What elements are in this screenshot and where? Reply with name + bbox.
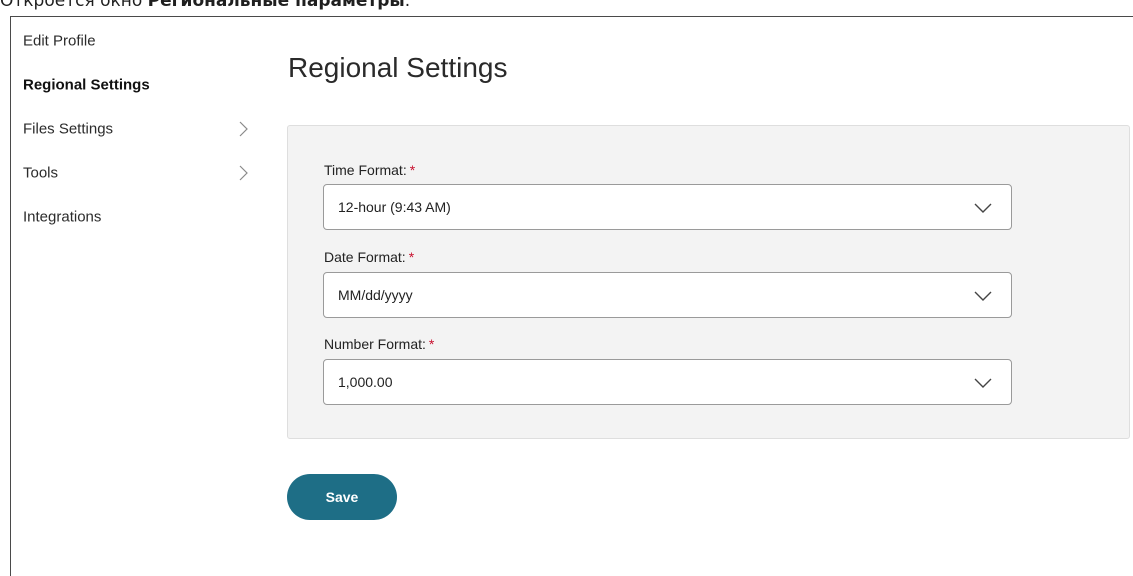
sidebar-item-integrations[interactable]: Integrations	[23, 200, 253, 244]
sidebar-item-label: Integrations	[23, 208, 102, 226]
sidebar-item-files-settings[interactable]: Files Settings	[23, 112, 253, 156]
number-format-value: 1,000.00	[338, 374, 393, 390]
regional-settings-panel: Time Format: * 12-hour (9:43 AM) Date For…	[287, 125, 1130, 439]
caption-suffix: .	[404, 0, 411, 11]
chevron-right-icon	[239, 165, 248, 181]
save-button[interactable]: Save	[287, 474, 397, 520]
time-format-value: 12-hour (9:43 AM)	[338, 199, 451, 215]
date-format-label: Date Format: *	[324, 249, 414, 265]
chevron-down-icon	[974, 291, 992, 301]
number-format-label-text: Number Format:	[324, 336, 426, 352]
required-mark: *	[428, 336, 435, 352]
date-format-value: MM/dd/yyyy	[338, 287, 413, 303]
date-format-label-text: Date Format:	[324, 249, 406, 265]
required-mark: *	[408, 249, 415, 265]
time-format-select[interactable]: 12-hour (9:43 AM)	[323, 184, 1012, 230]
sidebar-item-label: Files Settings	[23, 120, 114, 138]
sidebar-item-label: Tools	[23, 164, 59, 182]
chevron-down-icon	[974, 378, 992, 388]
caption-bold-text: Региональные параметры	[147, 0, 405, 11]
sidebar-item-edit-profile[interactable]: Edit Profile	[23, 24, 253, 68]
sidebar-item-label: Edit Profile	[23, 32, 96, 50]
document-caption: Откроется окно Региональные параметры.	[0, 0, 1133, 11]
number-format-select[interactable]: 1,000.00	[323, 359, 1012, 405]
date-format-select[interactable]: MM/dd/yyyy	[323, 272, 1012, 318]
chevron-right-icon	[239, 121, 248, 137]
sidebar-item-label: Regional Settings	[23, 76, 150, 94]
settings-sidebar: Edit Profile Regional Settings Files Set…	[23, 24, 253, 244]
number-format-label: Number Format: *	[324, 336, 434, 352]
required-mark: *	[409, 162, 416, 178]
chevron-down-icon	[974, 203, 992, 213]
caption-text: Откроется окно	[0, 0, 148, 11]
page-title: Regional Settings	[288, 52, 508, 83]
sidebar-item-tools[interactable]: Tools	[23, 156, 253, 200]
time-format-label: Time Format: *	[324, 162, 415, 178]
time-format-label-text: Time Format:	[324, 162, 407, 178]
sidebar-item-regional-settings[interactable]: Regional Settings	[23, 68, 253, 112]
